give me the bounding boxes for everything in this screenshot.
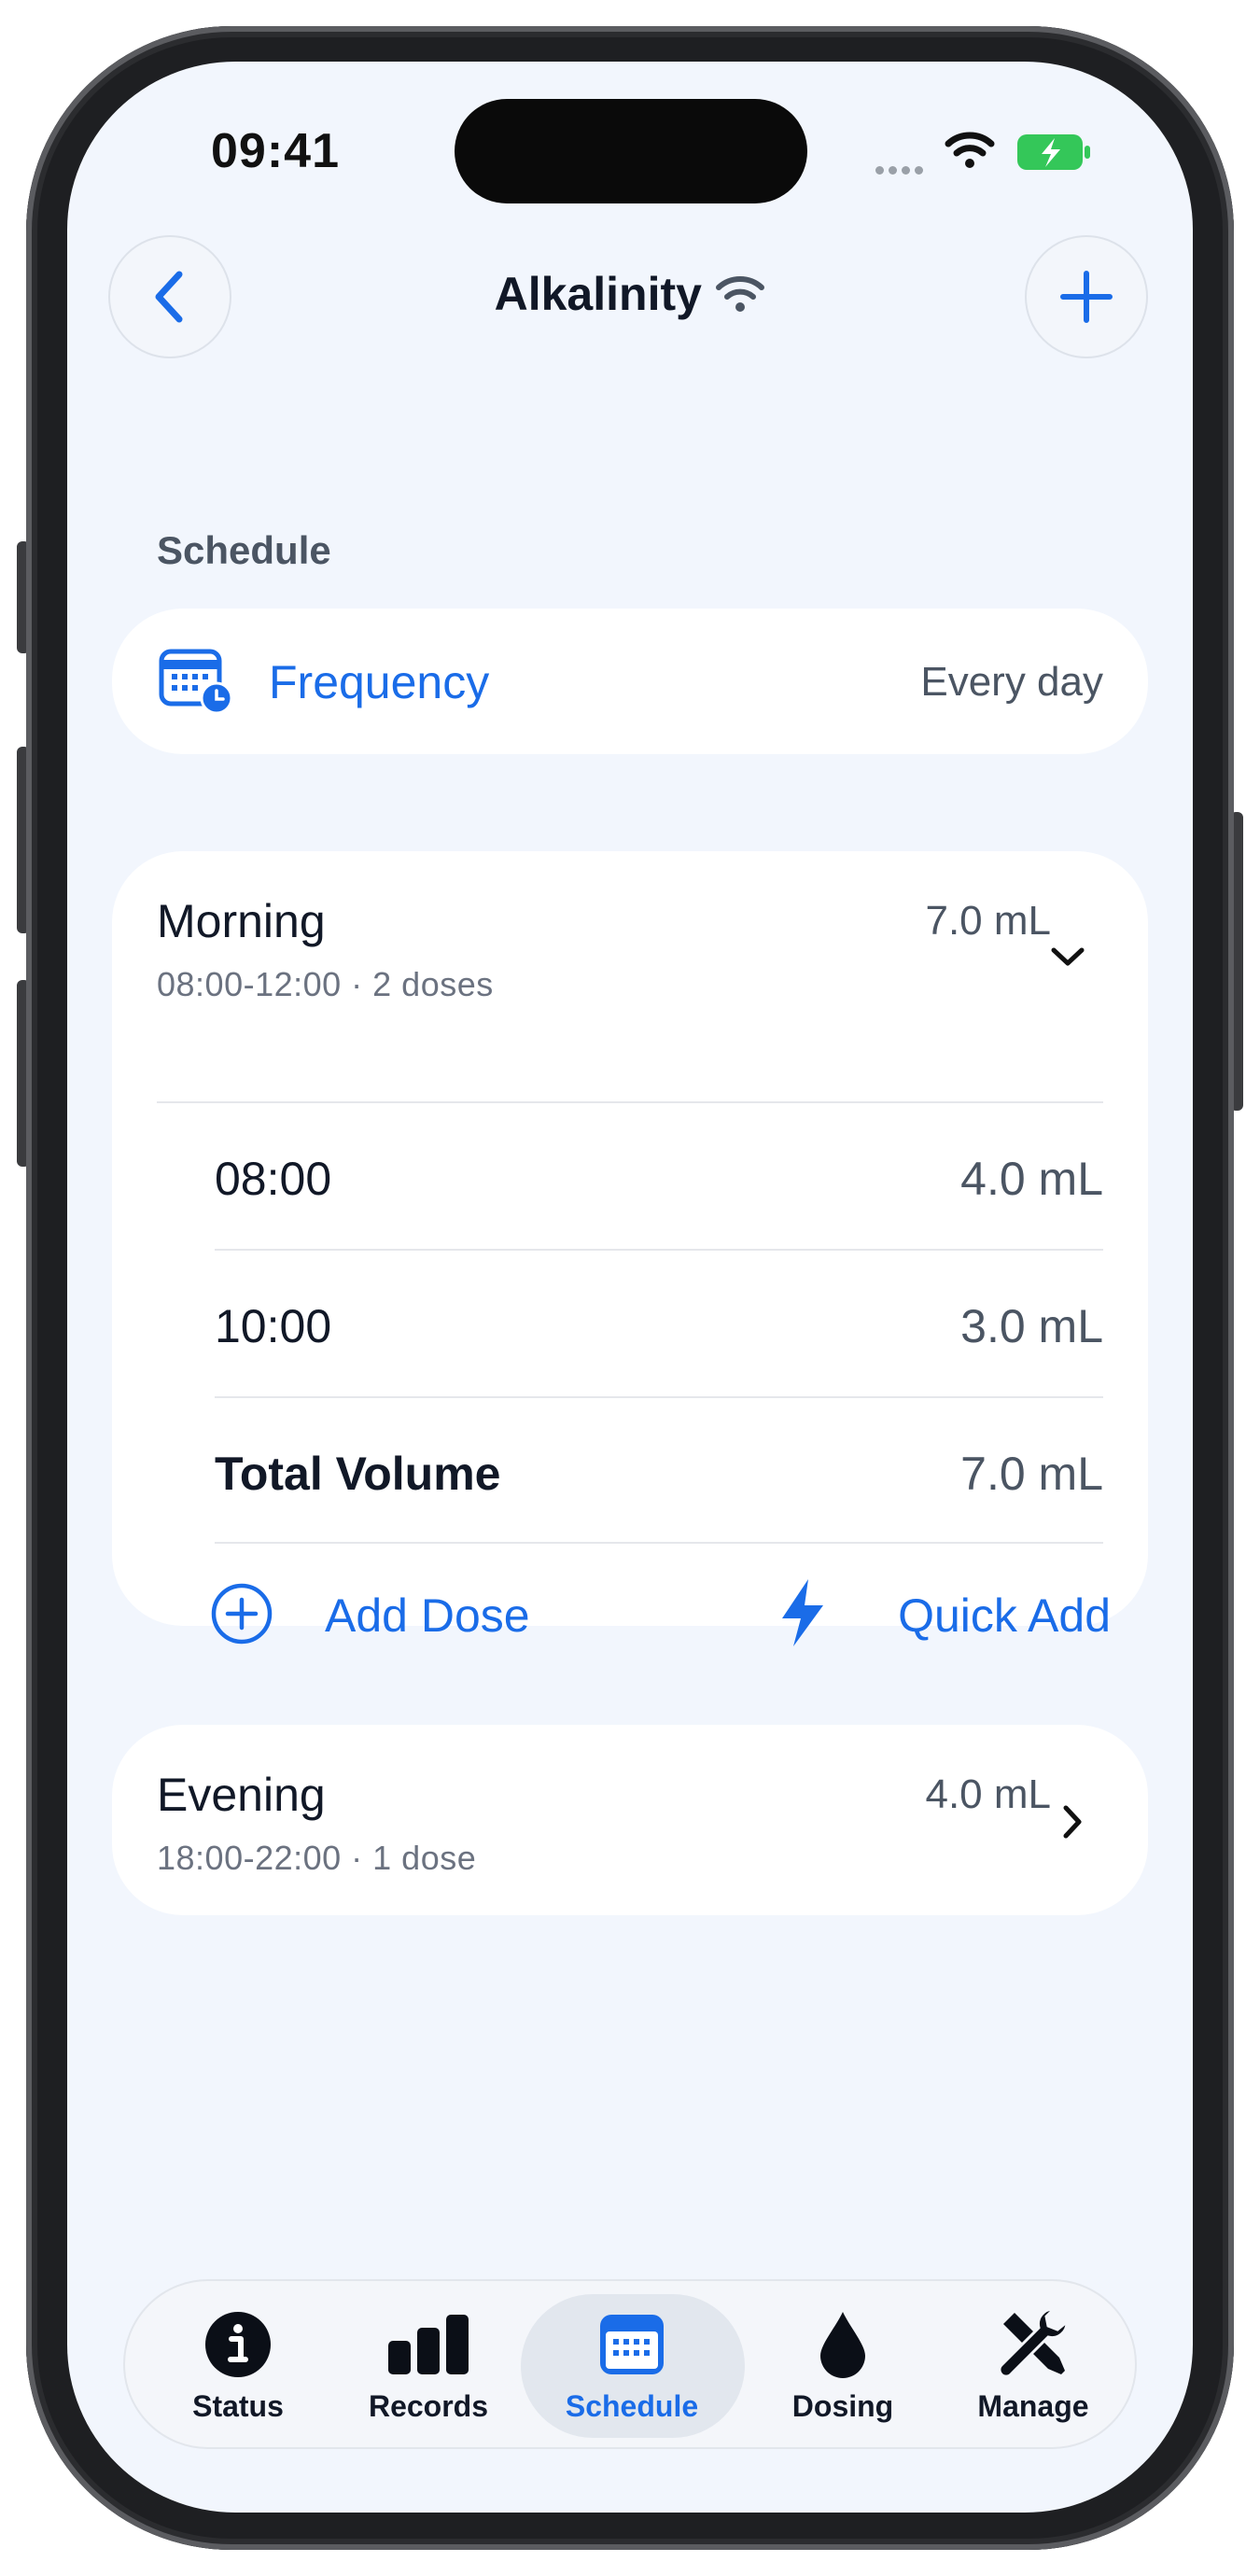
- tab-records[interactable]: Records: [330, 2281, 526, 2447]
- dose-time: 08:00: [215, 1153, 332, 1205]
- drop-icon: [820, 2312, 865, 2378]
- quick-add-button[interactable]: Quick Add: [775, 1561, 1111, 1673]
- add-button[interactable]: [1025, 235, 1148, 358]
- quick-add-label: Quick Add: [898, 1589, 1111, 1642]
- add-dose-button[interactable]: Add Dose: [209, 1561, 545, 1673]
- plus-circle-icon: [211, 1583, 273, 1645]
- connection-wifi-icon: [716, 276, 765, 312]
- tab-manage[interactable]: Manage: [935, 2281, 1131, 2447]
- calendar-clock-icon: [159, 649, 233, 713]
- tab-bar: Status Records Schedule Dosing Manage: [123, 2279, 1137, 2449]
- dynamic-island: [455, 99, 807, 203]
- calendar-icon: [600, 2315, 664, 2374]
- total-volume-value: 7.0 mL: [960, 1448, 1103, 1500]
- morning-subtitle: 08:00-12:00 · 2 doses: [157, 965, 494, 1003]
- dose-volume: 3.0 mL: [960, 1300, 1103, 1352]
- tab-label: Status: [192, 2389, 284, 2423]
- evening-total-volume: 4.0 mL: [925, 1771, 1051, 1817]
- section-label: Schedule: [157, 528, 331, 572]
- tools-icon: [998, 2307, 1069, 2378]
- battery-charging-icon: [1017, 134, 1090, 170]
- plus-icon: [1060, 271, 1113, 323]
- wifi-icon: [945, 132, 995, 168]
- page-title: Alkalinity: [494, 268, 702, 320]
- app-screen: 09:41 Alkalinity Schedule Frequency Ever…: [67, 62, 1193, 2513]
- info-icon: [205, 2312, 271, 2377]
- morning-total-volume: 7.0 mL: [925, 898, 1051, 944]
- bar-chart-icon: [388, 2315, 469, 2374]
- evening-subtitle: 18:00-22:00 · 1 dose: [157, 1839, 477, 1877]
- total-volume-row: Total Volume 7.0 mL: [112, 1398, 1148, 1544]
- chevron-down-icon: [1051, 947, 1085, 966]
- morning-title: Morning: [157, 895, 326, 947]
- lightning-bolt-icon: [782, 1579, 823, 1646]
- morning-header[interactable]: Morning 08:00-12:00 · 2 doses 7.0 mL: [112, 851, 1148, 1038]
- frequency-value: Every day: [920, 659, 1103, 705]
- evening-card[interactable]: Evening 18:00-22:00 · 1 dose 4.0 mL: [112, 1725, 1148, 1915]
- tab-status[interactable]: Status: [140, 2281, 336, 2447]
- dose-time: 10:00: [215, 1300, 332, 1352]
- tab-label: Manage: [977, 2389, 1089, 2423]
- tab-dosing[interactable]: Dosing: [745, 2281, 941, 2447]
- frequency-label: Frequency: [269, 656, 490, 708]
- evening-title: Evening: [157, 1769, 326, 1821]
- total-volume-label: Total Volume: [215, 1448, 501, 1500]
- tab-label: Dosing: [791, 2389, 894, 2423]
- frequency-row[interactable]: Frequency Every day: [112, 609, 1148, 754]
- add-dose-label: Add Dose: [325, 1589, 530, 1642]
- tab-schedule[interactable]: Schedule: [534, 2281, 730, 2447]
- dose-volume: 4.0 mL: [960, 1153, 1103, 1205]
- dose-row[interactable]: 08:00 4.0 mL: [112, 1103, 1148, 1249]
- morning-card: Morning 08:00-12:00 · 2 doses 7.0 mL 08:…: [112, 851, 1148, 1646]
- signal-dots-icon: [875, 162, 928, 179]
- chevron-right-icon: [1063, 1805, 1082, 1839]
- divider: [215, 1542, 1103, 1544]
- tab-label: Records: [368, 2389, 489, 2423]
- status-time: 09:41: [211, 124, 340, 178]
- dose-row[interactable]: 10:00 3.0 mL: [112, 1251, 1148, 1396]
- tab-label: Schedule: [565, 2389, 699, 2423]
